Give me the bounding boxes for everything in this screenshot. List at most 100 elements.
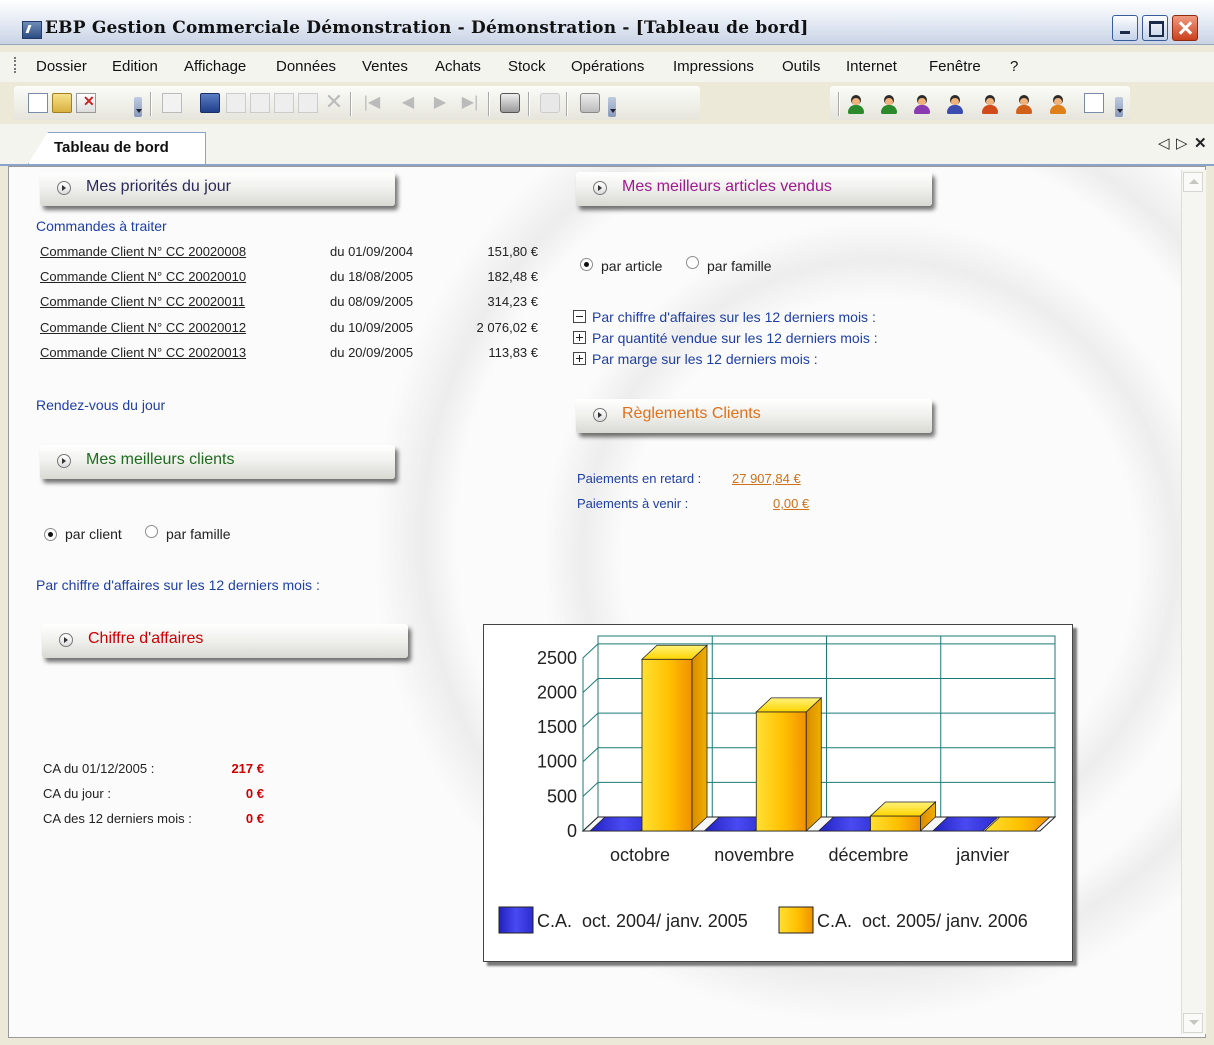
tab-scroll-left-icon[interactable]: ◁ xyxy=(1158,134,1170,152)
minus-box-icon[interactable] xyxy=(573,310,586,323)
menu-outils[interactable]: Outils xyxy=(782,58,820,75)
paste-icon[interactable] xyxy=(250,93,270,113)
properties-icon[interactable] xyxy=(580,93,600,113)
radio-par-famille-articles[interactable] xyxy=(686,256,699,269)
cancel-icon[interactable]: ✕ xyxy=(324,91,344,113)
vertical-scrollbar[interactable] xyxy=(1181,170,1206,1034)
next-record-icon[interactable]: ▶ xyxy=(430,93,450,113)
radio-par-article[interactable] xyxy=(580,258,593,271)
radio-par-famille-clients-label[interactable]: par famille xyxy=(166,526,231,542)
last-record-icon[interactable]: ▶| xyxy=(460,93,480,113)
menu-stock[interactable]: Stock xyxy=(508,58,546,75)
radio-par-famille-articles-label[interactable]: par famille xyxy=(707,258,772,274)
y-tick-label: 2500 xyxy=(537,648,577,668)
articles-section-button[interactable]: Mes meilleurs articles vendus xyxy=(576,172,932,206)
articles-link-marge[interactable]: Par marge sur les 12 derniers mois : xyxy=(592,351,818,367)
radio-par-client[interactable] xyxy=(44,528,57,541)
list-icon[interactable] xyxy=(162,93,182,113)
menu-internet[interactable]: Internet xyxy=(846,58,897,75)
menu-fenetre[interactable]: Fenêtre xyxy=(929,58,981,75)
duplicate-icon[interactable] xyxy=(298,93,318,113)
notes-icon[interactable] xyxy=(1084,93,1104,113)
clients-ca-link[interactable]: Par chiffre d'affaires sur les 12 dernie… xyxy=(36,577,320,593)
menu-dossier[interactable]: Dossier xyxy=(36,58,87,75)
tab-scroll-right-icon[interactable]: ▷ xyxy=(1176,134,1188,152)
copy-icon[interactable] xyxy=(226,93,246,113)
commande-link[interactable]: Commande Client N° CC 20020008 xyxy=(40,244,246,259)
priorites-section-button[interactable]: Mes priorités du jour xyxy=(40,172,395,206)
menu-affichage[interactable]: Affichage xyxy=(184,58,246,75)
export-icon[interactable] xyxy=(540,93,560,113)
toolbar-overflow-icon[interactable] xyxy=(608,97,616,117)
radio-par-article-label[interactable]: par article xyxy=(601,258,662,274)
menu-edition[interactable]: Edition xyxy=(112,58,158,75)
menu-donnees[interactable]: Données xyxy=(276,58,336,75)
close-button[interactable] xyxy=(1172,15,1198,41)
open-folder-icon[interactable] xyxy=(52,93,72,113)
radio-par-famille-clients[interactable] xyxy=(145,525,158,538)
rdv-label[interactable]: Rendez-vous du jour xyxy=(36,397,165,413)
toolbar-separator xyxy=(350,92,352,116)
legend-swatch xyxy=(778,906,814,934)
menu-grip[interactable] xyxy=(14,57,19,73)
menu-impressions[interactable]: Impressions xyxy=(673,58,754,75)
employees-icon[interactable] xyxy=(1014,94,1034,114)
commande-link[interactable]: Commande Client N° CC 20020010 xyxy=(40,269,246,284)
users-icon[interactable] xyxy=(1048,94,1068,114)
menu-ventes[interactable]: Ventes xyxy=(362,58,408,75)
maximize-button[interactable] xyxy=(1142,15,1168,41)
bar-front xyxy=(641,658,693,832)
save-icon[interactable] xyxy=(200,93,220,113)
scroll-up-button[interactable] xyxy=(1183,172,1203,192)
scroll-down-button[interactable] xyxy=(1183,1013,1203,1033)
app-icon[interactable] xyxy=(22,21,42,39)
section-bullet-icon xyxy=(593,408,607,422)
legend-label: C.A. oct. 2005/ janv. 2006 xyxy=(817,911,1028,931)
menu-operations[interactable]: Opérations xyxy=(571,58,644,75)
delete-document-icon[interactable]: ✕ xyxy=(76,93,96,113)
y-tick-label: 2000 xyxy=(537,682,577,702)
section-bullet-icon xyxy=(57,181,71,195)
commande-date: du 18/08/2005 xyxy=(330,269,414,284)
ca-bar-chart: 0 500 1000 1500 2000 2500 octobre novembre décem… xyxy=(498,635,1057,934)
clients-icon[interactable] xyxy=(846,94,866,114)
paiements-retard-value[interactable]: 27 907,84 € xyxy=(732,471,801,486)
new-document-icon[interactable] xyxy=(28,93,48,113)
commande-date: du 08/09/2005 xyxy=(330,294,414,309)
representatives-icon[interactable] xyxy=(980,94,1000,114)
prospects-icon[interactable] xyxy=(879,94,899,114)
commandes-label[interactable]: Commandes à traiter xyxy=(36,218,167,234)
articles-link-quantite[interactable]: Par quantité vendue sur les 12 derniers … xyxy=(592,330,878,346)
paiements-venir-value[interactable]: 0,00 € xyxy=(773,496,809,511)
toolbar-overflow-icon[interactable] xyxy=(134,97,142,117)
contacts-icon[interactable] xyxy=(945,94,965,114)
commande-amount: 151,80 € xyxy=(487,244,538,259)
commande-link[interactable]: Commande Client N° CC 20020013 xyxy=(40,345,246,360)
toolbar-separator xyxy=(838,92,840,116)
suppliers-icon[interactable] xyxy=(912,94,932,114)
radio-par-client-label[interactable]: par client xyxy=(65,526,122,542)
articles-link-ca[interactable]: Par chiffre d'affaires sur les 12 dernie… xyxy=(592,309,876,325)
y-tick-label: 1500 xyxy=(537,717,577,737)
toolbar-overflow-icon[interactable] xyxy=(1115,97,1123,117)
menu-help[interactable]: ? xyxy=(1010,58,1018,75)
reglements-section-button[interactable]: Règlements Clients xyxy=(576,399,932,433)
tab-close-icon[interactable]: ✕ xyxy=(1194,134,1207,152)
commande-link[interactable]: Commande Client N° CC 20020011 xyxy=(40,294,245,309)
paiements-retard-label: Paiements en retard : xyxy=(577,471,702,486)
first-record-icon[interactable]: |◀ xyxy=(362,93,382,113)
commande-link[interactable]: Commande Client N° CC 20020012 xyxy=(40,320,246,335)
previous-record-icon[interactable]: ◀ xyxy=(398,93,418,113)
plus-box-icon[interactable] xyxy=(573,352,586,365)
filter-icon[interactable] xyxy=(274,93,294,113)
menu-achats[interactable]: Achats xyxy=(435,58,481,75)
x-tick-label: janvier xyxy=(955,845,1009,865)
plus-box-icon[interactable] xyxy=(573,331,586,344)
print-icon[interactable] xyxy=(500,93,520,113)
bar-side xyxy=(691,644,708,832)
clients-section-button[interactable]: Mes meilleurs clients xyxy=(40,445,395,479)
x-tick-label: novembre xyxy=(714,845,794,865)
bar-side xyxy=(805,696,822,832)
chiffre-section-button[interactable]: Chiffre d'affaires xyxy=(42,624,408,658)
minimize-button[interactable] xyxy=(1112,15,1138,41)
